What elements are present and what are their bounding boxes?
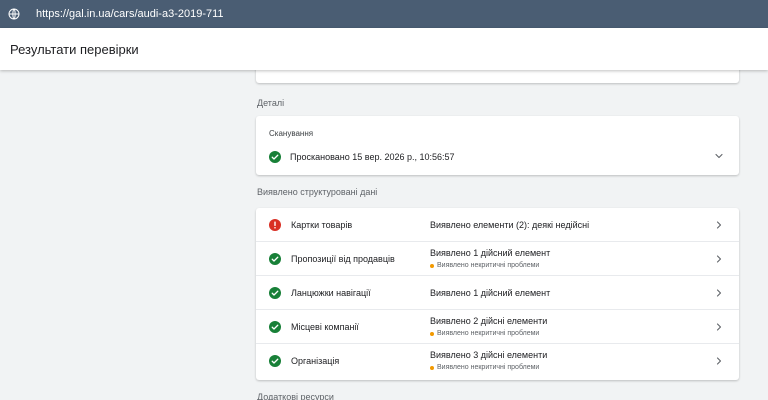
warning-dot-icon <box>430 365 434 370</box>
check-circle-icon <box>269 321 281 333</box>
chevron-right-icon[interactable] <box>713 287 725 299</box>
details-section-label: Деталі <box>257 98 285 108</box>
check-circle-icon <box>269 355 281 367</box>
chevron-right-icon[interactable] <box>713 321 725 333</box>
additional-resources-label: Додаткові ресурси <box>257 392 334 400</box>
structured-data-section-label: Виявлено структуровані дані <box>257 187 378 197</box>
chevron-down-icon[interactable] <box>713 150 725 162</box>
scan-title: Сканування <box>269 129 314 138</box>
structured-item-merchant-listings[interactable]: Пропозиції від продавців Виявлено 1 дійс… <box>256 242 739 276</box>
globe-icon <box>0 0 28 28</box>
url-text[interactable]: https://gal.in.ua/cars/audi-a3-2019-711 <box>36 8 224 20</box>
structured-item-organization[interactable]: Організація Виявлено 3 дійсні елементи В… <box>256 344 739 378</box>
page-header: Результати перевірки <box>0 28 768 70</box>
scan-card[interactable]: Сканування Проскановано 15 вер. 2026 р.,… <box>256 116 739 175</box>
row-status: Виявлено 3 дійсні елементи <box>430 350 548 360</box>
check-circle-icon <box>269 253 281 265</box>
row-warning-text: Виявлено некритичні проблеми <box>437 364 540 371</box>
chevron-right-icon[interactable] <box>713 355 725 367</box>
row-warning: Виявлено некритичні проблеми <box>430 330 539 337</box>
chevron-right-icon[interactable] <box>713 253 725 265</box>
row-warning-text: Виявлено некритичні проблеми <box>437 262 540 269</box>
chevron-right-icon[interactable] <box>713 219 725 231</box>
page-title: Результати перевірки <box>10 41 139 57</box>
warning-dot-icon <box>430 331 434 336</box>
row-name: Організація <box>291 356 340 366</box>
row-name: Картки товарів <box>291 220 353 230</box>
warning-dot-icon <box>430 263 434 268</box>
row-warning: Виявлено некритичні проблеми <box>430 364 539 371</box>
row-status: Виявлено 1 дійсний елемент <box>430 248 551 258</box>
structured-data-list: Картки товарів Виявлено елементи (2): де… <box>256 208 739 380</box>
row-name: Пропозиції від продавців <box>291 254 395 264</box>
row-warning-text: Виявлено некритичні проблеми <box>437 330 540 337</box>
structured-item-breadcrumbs[interactable]: Ланцюжки навігації Виявлено 1 дійсний ел… <box>256 276 739 310</box>
scan-status: Проскановано 15 вер. 2026 р., 10:56:57 <box>290 152 455 162</box>
check-circle-icon <box>269 151 281 163</box>
structured-item-product-snippets[interactable]: Картки товарів Виявлено елементи (2): де… <box>256 208 739 242</box>
row-name: Ланцюжки навігації <box>291 288 371 298</box>
error-icon <box>269 219 281 231</box>
row-status: Виявлено елементи (2): деякі недійсні <box>430 220 590 230</box>
row-warning: Виявлено некритичні проблеми <box>430 262 539 269</box>
scan-row: Проскановано 15 вер. 2026 р., 10:56:57 <box>269 151 455 163</box>
row-status: Виявлено 2 дійсні елементи <box>430 316 548 326</box>
row-name: Місцеві компанії <box>291 322 359 332</box>
structured-item-local-business[interactable]: Місцеві компанії Виявлено 2 дійсні елеме… <box>256 310 739 344</box>
browser-url-bar[interactable]: https://gal.in.ua/cars/audi-a3-2019-711 <box>0 0 768 28</box>
check-circle-icon <box>269 287 281 299</box>
row-status: Виявлено 1 дійсний елемент <box>430 288 551 298</box>
